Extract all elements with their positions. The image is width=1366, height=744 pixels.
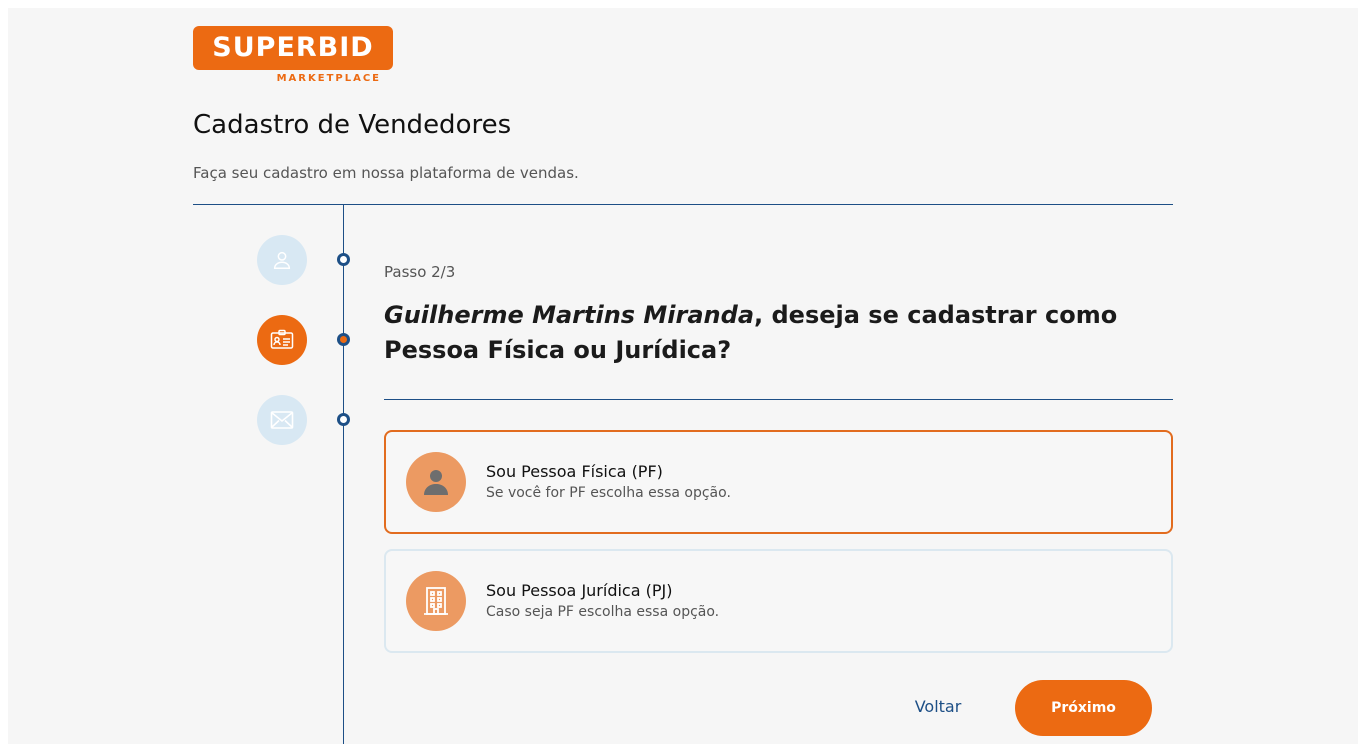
option-description: Caso seja PF escolha essa opção. xyxy=(486,604,720,620)
step-question: Guilherme Martins Miranda, deseja se cad… xyxy=(384,298,1164,368)
user-icon xyxy=(273,251,291,269)
step-personal-data[interactable] xyxy=(257,235,307,285)
superbid-logo[interactable]: SUPERBID MARKETPLACE xyxy=(193,26,393,86)
option-title: Sou Pessoa Física (PF) xyxy=(486,462,663,481)
step-document-type[interactable] xyxy=(257,315,307,365)
option-pessoa-juridica[interactable]: Sou Pessoa Jurídica (PJ) Caso seja PF es… xyxy=(384,549,1173,653)
mail-icon xyxy=(270,411,294,429)
user-name: Guilherme Martins Miranda xyxy=(384,301,755,329)
page-title: Cadastro de Vendedores xyxy=(193,110,512,140)
page: SUPERBID MARKETPLACE Cadastro de Vendedo… xyxy=(8,8,1358,744)
page-subtitle: Faça seu cadastro em nossa plataforma de… xyxy=(193,164,579,182)
option-icon-wrapper xyxy=(406,452,466,512)
id-card-icon xyxy=(270,329,294,349)
question-divider xyxy=(384,399,1173,400)
stepper-line xyxy=(343,205,344,744)
step-contact[interactable] xyxy=(257,395,307,445)
logo-tagline: MARKETPLACE xyxy=(276,73,381,84)
back-button[interactable]: Voltar xyxy=(903,697,973,716)
option-icon-wrapper xyxy=(406,571,466,631)
header-divider xyxy=(193,204,1173,205)
next-button[interactable]: Próximo xyxy=(1015,680,1152,736)
option-pessoa-fisica[interactable]: Sou Pessoa Física (PF) Se você for PF es… xyxy=(384,430,1173,534)
stepper-dot-1 xyxy=(337,253,350,266)
step-counter: Passo 2/3 xyxy=(384,263,456,281)
logo-wordmark: SUPERBID xyxy=(212,32,374,63)
stepper-dot-3 xyxy=(337,413,350,426)
option-title: Sou Pessoa Jurídica (PJ) xyxy=(486,581,673,600)
option-description: Se você for PF escolha essa opção. xyxy=(486,485,731,501)
person-icon xyxy=(424,470,448,495)
building-icon xyxy=(424,587,448,615)
stepper-dot-2 xyxy=(337,333,350,346)
